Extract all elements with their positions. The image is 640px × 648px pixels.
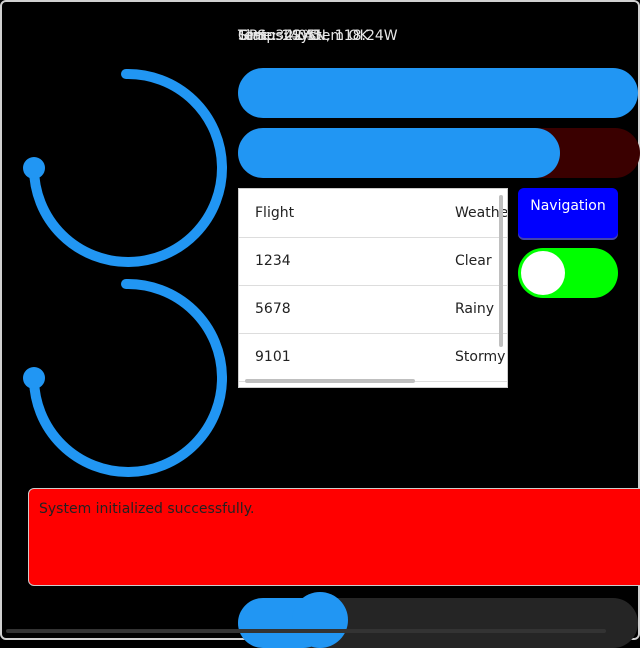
flight-cell: 1234 (255, 253, 291, 269)
table-header-row: Flight Weather (239, 189, 507, 238)
progress-bar-2-fill (238, 128, 560, 178)
gauge-2-knob[interactable] (23, 367, 45, 389)
weather-cell: Rainy (455, 301, 495, 317)
toggle-knob[interactable] (521, 251, 565, 295)
message-text: System initialized successfully. (39, 501, 255, 517)
navigation-button[interactable]: Navigation (518, 188, 618, 238)
flight-cell: 5678 (255, 301, 291, 317)
progress-bar-1 (238, 68, 638, 118)
gauge-1-knob[interactable] (23, 157, 45, 179)
message-box: System initialized successfully. (28, 488, 640, 586)
table-row[interactable]: 9101 Stormy (239, 333, 507, 382)
gauge-2[interactable] (20, 270, 230, 485)
table-vertical-scrollbar[interactable] (499, 195, 503, 347)
header-flight[interactable]: Flight (255, 205, 294, 221)
flight-cell: 9101 (255, 349, 291, 365)
table-row[interactable]: 1234 Clear (239, 237, 507, 286)
weather-cell: Clear (455, 253, 492, 269)
flight-table[interactable]: Flight Weather 1234 Clear 5678 Rainy 910… (238, 188, 508, 388)
page-horizontal-scrollbar[interactable] (6, 629, 606, 633)
temperature-readout: Temp: 22°C (238, 28, 320, 44)
gauge-1[interactable] (20, 60, 230, 275)
toggle-switch[interactable] (518, 248, 618, 298)
status-overlay: GPS: 34.05N, 118.24W Time: 14:45 Status:… (238, 28, 438, 46)
weather-cell: Stormy (455, 349, 506, 365)
table-horizontal-scrollbar[interactable] (245, 379, 415, 383)
table-row[interactable]: 5678 Rainy (239, 285, 507, 334)
